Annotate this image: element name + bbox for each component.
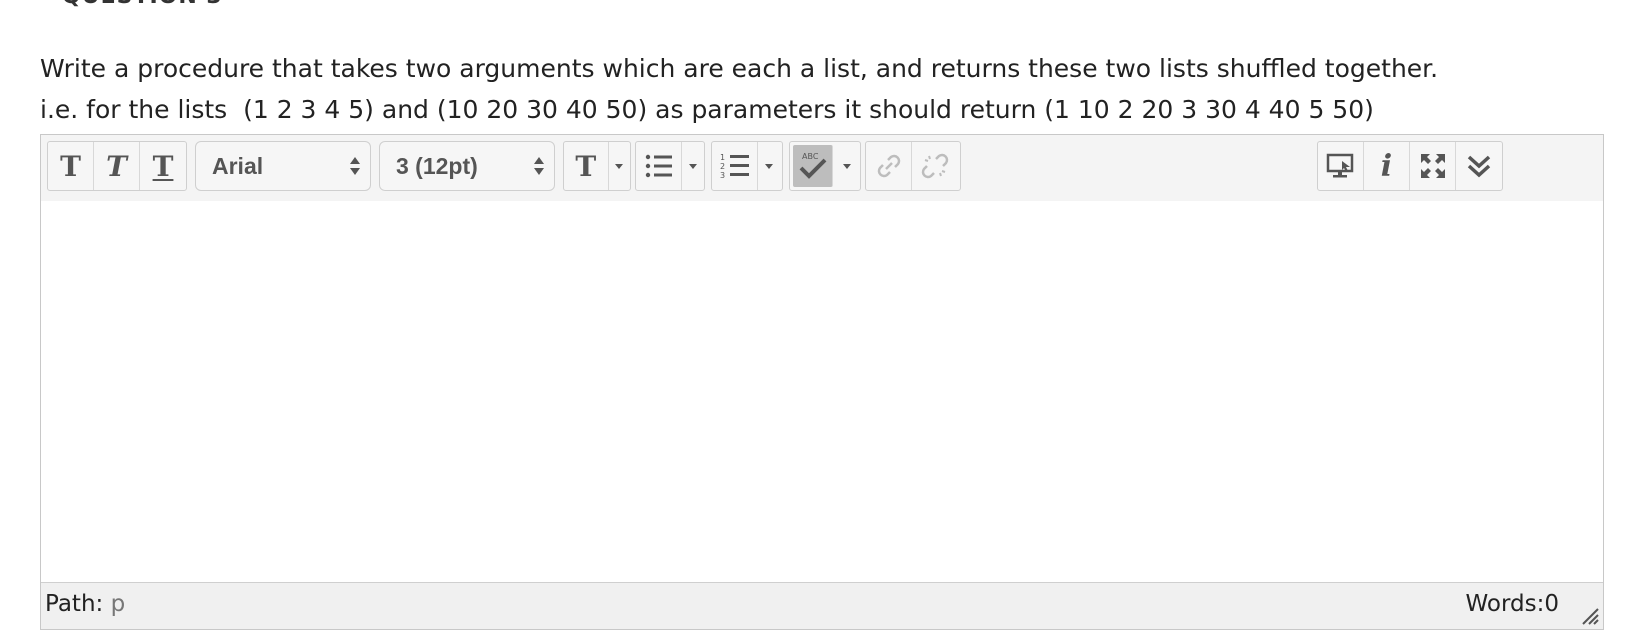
question-line-2: i.e. for the lists (1 2 3 4 5) and (10 2… [40,95,1374,124]
resize-handle-icon[interactable] [1581,607,1599,625]
numbered-list-dropdown[interactable] [758,142,780,190]
fullscreen-button[interactable] [1410,142,1456,190]
editor-statusbar: Path: p Words:0 [41,582,1603,629]
question-line-1: Write a procedure that takes two argumen… [40,54,1439,83]
unlink-button[interactable] [912,142,958,190]
font-family-select[interactable]: Arial [195,141,371,191]
underline-button[interactable]: T [140,142,186,190]
bullet-list-group [635,141,705,191]
svg-text:2: 2 [720,162,725,171]
text-style-group: T T T [47,141,187,191]
element-path: Path: p [45,591,125,617]
numbered-list-icon: 1 2 3 [720,153,749,180]
caret-down-icon [843,163,851,169]
italic-icon: T [106,149,127,183]
word-count: Words:0 [1465,591,1559,617]
spellcheck-label: ABC [802,152,819,161]
text-color-button[interactable]: T [564,142,609,190]
italic-button[interactable]: T [94,142,140,190]
bullet-list-icon [645,154,672,178]
question-heading: QUESTION 3 [62,0,223,9]
text-color-group: T [563,141,631,191]
underline-icon: T [152,149,174,183]
numbered-list-group: 1 2 3 [711,141,783,191]
select-arrows-icon [350,155,360,179]
text-color-dropdown[interactable] [609,142,630,190]
expand-toolbar-icon [1467,155,1491,178]
font-size-value: 3 (12pt) [396,152,478,179]
select-arrows-icon [534,155,544,179]
rich-text-editor: T T T Arial 3 (12pt) T 1 2 3 ABC i Path:… [40,134,1604,630]
info-icon: i [1380,148,1393,184]
spellcheck-dropdown[interactable] [836,142,858,190]
svg-text:1: 1 [720,153,725,162]
spellcheck-group: ABC [789,141,861,191]
bullet-list-button[interactable] [636,142,682,190]
text-color-icon: T [575,149,597,183]
caret-down-icon [689,163,697,169]
numbered-list-button[interactable]: 1 2 3 [712,142,758,190]
question-text: Write a procedure that takes two argumen… [40,48,1600,130]
caret-down-icon [765,163,773,169]
unlink-icon [921,153,949,179]
bold-icon: T [60,149,81,183]
font-size-select[interactable]: 3 (12pt) [379,141,555,191]
info-button[interactable]: i [1364,142,1410,190]
spellcheck-icon: ABC [799,152,826,179]
font-family-value: Arial [212,152,264,179]
editor-options-group: i [1317,141,1503,191]
svg-text:3: 3 [720,171,725,180]
spellcheck-button[interactable]: ABC [793,145,833,187]
link-icon [877,154,900,178]
path-value[interactable]: p [111,591,126,617]
caret-down-icon [615,163,624,169]
expand-toolbar-button[interactable] [1456,142,1502,190]
preview-icon [1326,153,1353,178]
bold-button[interactable]: T [48,142,94,190]
bullet-list-dropdown[interactable] [682,142,704,190]
editor-content-area[interactable] [41,201,1603,563]
path-label: Path: [45,591,104,617]
link-group [865,141,961,191]
fullscreen-icon [1420,154,1445,178]
preview-button[interactable] [1318,142,1364,190]
link-button[interactable] [866,142,912,190]
editor-toolbar: T T T Arial 3 (12pt) T 1 2 3 ABC i [41,135,1603,202]
